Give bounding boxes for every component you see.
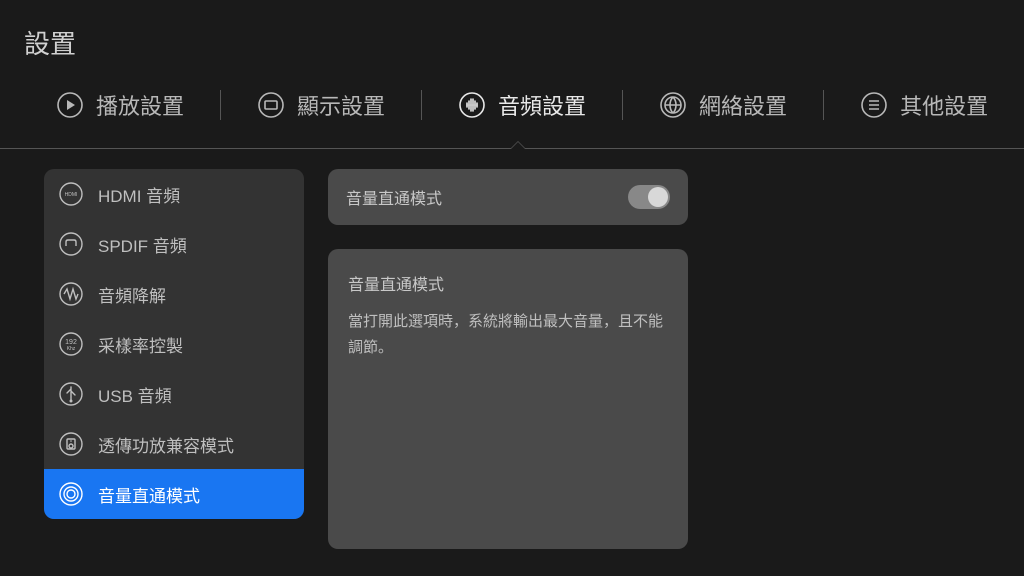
sidebar-item-hdmi[interactable]: HDMI HDMI 音頻 [44,169,304,219]
svg-text:192: 192 [65,339,77,346]
tab-label: 顯示設置 [297,89,385,121]
tab-label: 播放設置 [96,89,184,121]
tab-display[interactable]: 顯示設置 [249,89,393,121]
svg-text:Khz: Khz [67,346,76,352]
sidebar-item-label: HDMI 音頻 [98,182,180,207]
tabs-bar: 播放設置 顯示設置 音頻設置 網絡設置 其他設置 [0,61,1024,121]
tab-label: 其他設置 [900,89,988,121]
sidebar-item-label: 音頻降解 [98,282,166,307]
sidebar-item-usb[interactable]: USB 音頻 [44,369,304,419]
sidebar-item-downmix[interactable]: 音頻降解 [44,269,304,319]
content-area: HDMI HDMI 音頻 SPDIF 音頻 音頻降解 192Khz 采樣率控製 [0,121,1024,549]
khz-icon: 192Khz [58,331,84,357]
tab-network[interactable]: 網絡設置 [651,89,795,121]
sidebar-item-label: 透傳功放兼容模式 [98,432,234,457]
volume-passthrough-row[interactable]: 音量直通模式 [328,169,688,225]
sidebar-item-samplerate[interactable]: 192Khz 采樣率控製 [44,319,304,369]
audio-sidebar: HDMI HDMI 音頻 SPDIF 音頻 音頻降解 192Khz 采樣率控製 [44,169,304,519]
sidebar-item-label: 采樣率控製 [98,332,183,357]
volume-passthrough-toggle[interactable] [628,185,670,209]
list-icon [860,91,888,119]
tab-other[interactable]: 其他設置 [852,89,996,121]
sidebar-item-spdif[interactable]: SPDIF 音頻 [44,219,304,269]
equalizer-icon [458,91,486,119]
sidebar-item-label: SPDIF 音頻 [98,232,187,257]
description-title: 音量直通模式 [348,271,668,295]
active-tab-marker-icon [510,141,526,149]
page-title: 設置 [0,0,1024,61]
main-column: 音量直通模式 音量直通模式 當打開此選項時，系統將輸出最大音量，且不能調節。 [328,169,688,549]
toggle-label: 音量直通模式 [346,185,442,209]
play-icon [56,91,84,119]
spdif-icon [58,231,84,257]
sidebar-item-passthrough-compat[interactable]: 透傳功放兼容模式 [44,419,304,469]
hdmi-icon: HDMI [58,181,84,207]
svg-text:HDMI: HDMI [65,192,78,198]
volume-icon [58,481,84,507]
monitor-icon [257,91,285,119]
sidebar-item-label: USB 音頻 [98,382,172,407]
description-card: 音量直通模式 當打開此選項時，系統將輸出最大音量，且不能調節。 [328,249,688,549]
tab-label: 音頻設置 [498,89,586,121]
tab-divider [823,90,824,120]
wave-icon [58,281,84,307]
globe-icon [659,91,687,119]
usb-icon [58,381,84,407]
tab-divider [421,90,422,120]
tab-divider [220,90,221,120]
tab-playback[interactable]: 播放設置 [48,89,192,121]
tab-label: 網絡設置 [699,89,787,121]
tab-divider [622,90,623,120]
sidebar-item-label: 音量直通模式 [98,482,200,507]
toggle-knob-icon [648,187,668,207]
description-body: 當打開此選項時，系統將輸出最大音量，且不能調節。 [348,309,668,360]
tab-audio[interactable]: 音頻設置 [450,89,594,121]
speaker-icon [58,431,84,457]
sidebar-item-volume-passthrough[interactable]: 音量直通模式 [44,469,304,519]
